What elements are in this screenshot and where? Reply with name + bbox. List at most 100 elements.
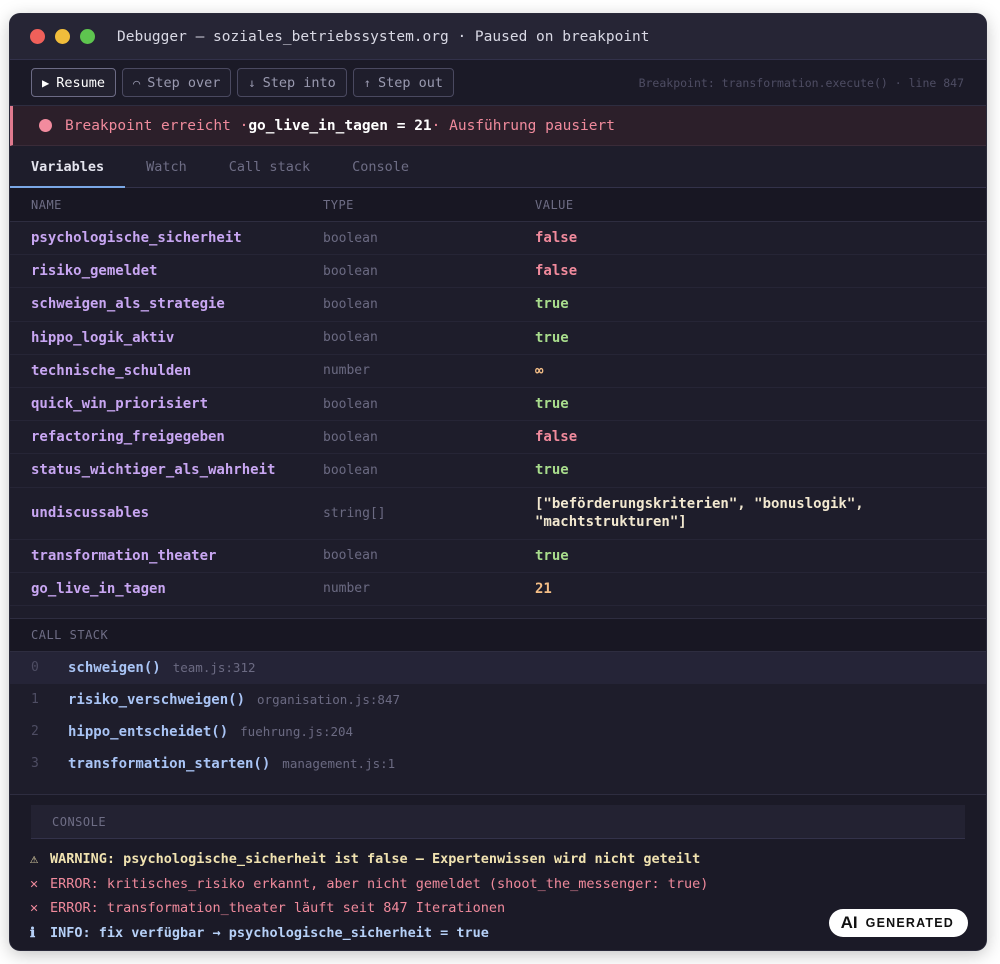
arrow-up-icon: ↑ bbox=[363, 75, 372, 90]
variable-value: false bbox=[535, 429, 578, 446]
variable-value: true bbox=[535, 547, 569, 564]
table-row[interactable]: undiscussables string[] ["beförderungskr… bbox=[10, 488, 986, 540]
variable-type: boolean bbox=[323, 429, 378, 445]
variable-value: true bbox=[535, 296, 569, 313]
console-text: ERROR: transformation_theater läuft seit… bbox=[50, 900, 506, 917]
variable-name: risiko_gemeldet bbox=[31, 263, 158, 280]
frame-function: hippo_entscheidet() bbox=[68, 723, 229, 740]
variable-value: ∞ bbox=[535, 362, 544, 379]
table-row[interactable]: schweigen_als_strategie boolean true bbox=[10, 288, 986, 322]
minimize-window-button[interactable] bbox=[55, 29, 70, 44]
variable-type: number bbox=[323, 581, 370, 597]
tab-call-stack[interactable]: Call stack bbox=[208, 146, 331, 187]
resume-button[interactable]: ▶ Resume bbox=[31, 68, 117, 97]
step-into-button[interactable]: ↓ Step into bbox=[237, 68, 347, 97]
frame-index: 1 bbox=[31, 692, 39, 708]
header-value: VALUE bbox=[535, 197, 574, 212]
frame-file: organisation.js:847 bbox=[257, 692, 401, 708]
variable-name: go_live_in_tagen bbox=[31, 580, 166, 597]
frame-file: management.js:1 bbox=[282, 756, 396, 772]
frame-index: 3 bbox=[31, 756, 39, 772]
variable-name: hippo_logik_aktiv bbox=[31, 329, 175, 346]
section-divider bbox=[10, 605, 986, 618]
console-text: ERROR: kritisches_risiko erkannt, aber n… bbox=[50, 875, 709, 892]
variable-name: schweigen_als_strategie bbox=[31, 296, 225, 313]
window-title: Debugger — soziales_betriebssystem.org ·… bbox=[117, 28, 650, 45]
variable-name: quick_win_priorisiert bbox=[31, 396, 209, 413]
debugger-window: Debugger — soziales_betriebssystem.org ·… bbox=[10, 14, 986, 950]
resume-label: Resume bbox=[56, 74, 106, 91]
console-text: INFO: fix verfügbar → psychologische_sic… bbox=[50, 924, 489, 941]
variable-value: true bbox=[535, 462, 569, 479]
variable-type: boolean bbox=[323, 230, 378, 246]
step-over-icon: ⌒ bbox=[133, 75, 141, 90]
frame-function: risiko_verschweigen() bbox=[68, 691, 246, 708]
frame-function: schweigen() bbox=[68, 659, 161, 676]
console-text: WARNING: psychologische_sicherheit ist f… bbox=[50, 851, 701, 868]
step-out-label: Step out bbox=[378, 74, 444, 91]
tab-console[interactable]: Console bbox=[331, 146, 430, 187]
stack-frame[interactable]: 1 risiko_verschweigen() organisation.js:… bbox=[10, 684, 986, 716]
call-stack-panel: CALL STACK 0 schweigen() team.js:312 1 r… bbox=[10, 617, 986, 780]
console-panel: CONSOLE ⚠ WARNING: psychologische_sicher… bbox=[10, 794, 986, 950]
step-over-button[interactable]: ⌒ Step over bbox=[122, 68, 232, 97]
frame-function: transformation_starten() bbox=[68, 755, 271, 772]
banner-emphasis: go_live_in_tagen = 21 bbox=[248, 117, 432, 134]
variable-name: refactoring_freigegeben bbox=[31, 429, 225, 446]
variables-table-header: NAME TYPE VALUE bbox=[10, 188, 986, 222]
variables-table: NAME TYPE VALUE psychologische_sicherhei… bbox=[10, 188, 986, 606]
variable-type: boolean bbox=[323, 396, 378, 412]
step-over-label: Step over bbox=[147, 74, 221, 91]
breakpoint-info: Breakpoint: transformation.execute() · l… bbox=[638, 75, 964, 90]
variable-type: boolean bbox=[323, 462, 378, 478]
console-output: ⚠ WARNING: psychologische_sicherheit ist… bbox=[30, 847, 708, 945]
table-row[interactable]: go_live_in_tagen number 21 bbox=[10, 573, 986, 606]
tab-watch[interactable]: Watch bbox=[125, 146, 208, 187]
banner-prefix: Breakpoint erreicht · bbox=[65, 117, 249, 134]
variable-name: transformation_theater bbox=[31, 547, 217, 564]
stack-frame[interactable]: 0 schweigen() team.js:312 bbox=[10, 651, 986, 684]
close-window-button[interactable] bbox=[30, 29, 45, 44]
table-row[interactable]: psychologische_sicherheit boolean false bbox=[10, 222, 986, 256]
variable-type: string[] bbox=[323, 505, 386, 521]
variable-name: psychologische_sicherheit bbox=[31, 230, 242, 247]
table-row[interactable]: status_wichtiger_als_wahrheit boolean tr… bbox=[10, 454, 986, 488]
variable-value: true bbox=[535, 396, 569, 413]
play-icon: ▶ bbox=[42, 75, 50, 90]
variable-type: boolean bbox=[323, 330, 378, 346]
variable-type: boolean bbox=[323, 548, 378, 564]
info-icon: ℹ bbox=[30, 924, 36, 941]
badge-label: GENERATED bbox=[865, 916, 954, 930]
console-line-error: ✕ ERROR: transformation_theater läuft se… bbox=[30, 896, 708, 921]
arrow-down-icon: ↓ bbox=[248, 75, 256, 90]
console-header: CONSOLE bbox=[31, 805, 965, 839]
frame-index: 2 bbox=[31, 724, 39, 740]
breakpoint-dot-icon bbox=[39, 119, 52, 132]
ai-generated-badge: AI GENERATED bbox=[828, 909, 968, 937]
table-row[interactable]: hippo_logik_aktiv boolean true bbox=[10, 322, 986, 355]
panel-tabs: Variables Watch Call stack Console bbox=[10, 146, 986, 188]
warning-icon: ⚠ bbox=[30, 851, 39, 868]
stack-frame[interactable]: 3 transformation_starten() management.js… bbox=[10, 748, 986, 780]
table-row[interactable]: quick_win_priorisiert boolean true bbox=[10, 388, 986, 422]
debug-toolbar: ▶ Resume ⌒ Step over ↓ Step into ↑ Step … bbox=[10, 60, 986, 106]
table-row[interactable]: transformation_theater boolean true bbox=[10, 540, 986, 573]
maximize-window-button[interactable] bbox=[80, 29, 95, 44]
table-row[interactable]: risiko_gemeldet boolean false bbox=[10, 255, 986, 289]
table-row[interactable]: technische_schulden number ∞ bbox=[10, 355, 986, 388]
console-line-info: ℹ INFO: fix verfügbar → psychologische_s… bbox=[30, 921, 708, 946]
error-x-icon: ✕ bbox=[30, 900, 39, 917]
stack-frame[interactable]: 2 hippo_entscheidet() fuehrung.js:204 bbox=[10, 716, 986, 748]
step-out-button[interactable]: ↑ Step out bbox=[352, 68, 455, 97]
ai-logo: AI bbox=[840, 913, 858, 932]
variable-value: false bbox=[535, 263, 578, 280]
header-name: NAME bbox=[31, 197, 62, 212]
tab-variables[interactable]: Variables bbox=[10, 146, 126, 188]
variable-value: true bbox=[535, 329, 569, 346]
banner-suffix: · Ausführung pausiert bbox=[431, 117, 615, 134]
title-bar: Debugger — soziales_betriebssystem.org ·… bbox=[10, 14, 986, 60]
table-row[interactable]: refactoring_freigegeben boolean false bbox=[10, 421, 986, 455]
frame-index: 0 bbox=[31, 660, 39, 676]
call-stack-header: CALL STACK bbox=[10, 617, 986, 652]
frame-file: fuehrung.js:204 bbox=[240, 724, 354, 740]
